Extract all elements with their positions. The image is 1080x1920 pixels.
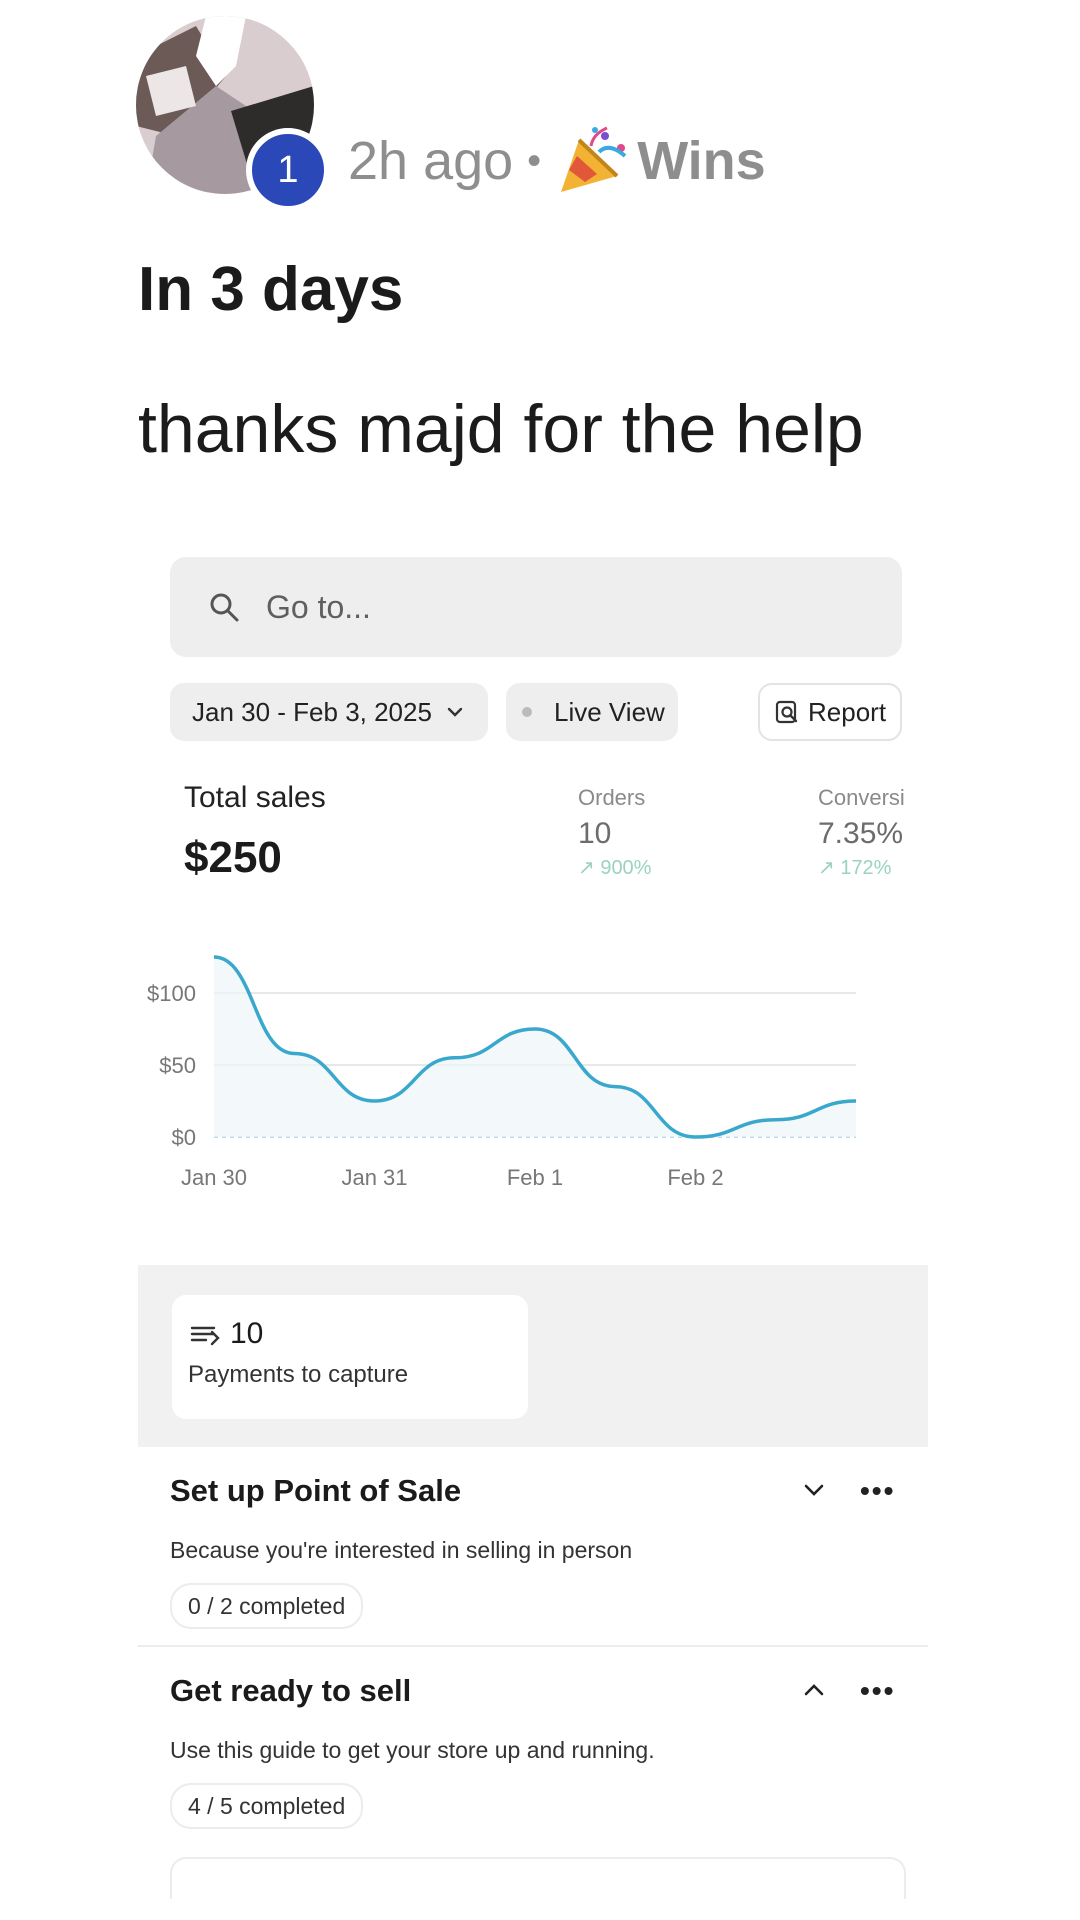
y-tick-label: $100: [147, 981, 196, 1006]
more-options-icon[interactable]: •••: [860, 1675, 895, 1707]
payment-icon: [190, 1326, 220, 1346]
date-range-label: Jan 30 - Feb 3, 2025: [192, 696, 432, 727]
x-tick-label: Jan 31: [341, 1165, 407, 1190]
payments-card[interactable]: 10 Payments to capture: [172, 1295, 528, 1419]
orders-change: ↗ 900%: [578, 857, 652, 879]
chevron-down-icon[interactable]: [802, 1481, 826, 1499]
chevron-up-icon[interactable]: [802, 1681, 826, 1699]
orders-value: 10: [578, 817, 612, 850]
series-area: [214, 957, 856, 1137]
chevron-down-icon: [447, 707, 463, 717]
conversion-label: Conversi: [818, 785, 905, 810]
search-icon: [210, 593, 239, 622]
post-meta: 2h ago • Wins: [348, 124, 766, 198]
conversion-change: ↗ 172%: [818, 857, 892, 879]
post-time: 2h ago: [348, 131, 514, 191]
meta-separator: •: [527, 138, 542, 183]
next-card-edge: [170, 1857, 906, 1899]
y-tick-label: $50: [159, 1053, 196, 1078]
total-sales-label: Total sales: [184, 781, 326, 814]
x-tick-label: Jan 30: [181, 1165, 247, 1190]
report-icon: [775, 700, 798, 724]
level-badge: 1: [246, 128, 330, 212]
task-description: Because you're interested in selling in …: [170, 1537, 633, 1563]
task-progress-badge: 4 / 5 completed: [170, 1783, 364, 1829]
task-get-ready-to-sell[interactable]: Get ready to sell Use this guide to get …: [138, 1647, 928, 1847]
orders-label: Orders: [578, 785, 646, 810]
live-indicator-icon: [522, 707, 532, 717]
post-title: In 3 days: [138, 255, 404, 324]
post-category[interactable]: Wins: [555, 126, 766, 196]
sales-line-chart: $100 $50 $0 Jan 30 Jan 31 Feb 1 Feb 2: [147, 955, 857, 1190]
more-options-icon[interactable]: •••: [860, 1475, 895, 1507]
task-point-of-sale[interactable]: Set up Point of Sale Because you're inte…: [138, 1447, 928, 1647]
task-title: Set up Point of Sale: [170, 1473, 462, 1508]
y-tick-label: $0: [172, 1125, 196, 1150]
date-range-picker[interactable]: Jan 30 - Feb 3, 2025: [170, 683, 488, 741]
payments-label: Payments to capture: [188, 1361, 409, 1388]
live-view-button[interactable]: Live View: [506, 683, 678, 741]
x-tick-label: Feb 2: [667, 1165, 723, 1190]
x-tick-label: Feb 1: [507, 1165, 563, 1190]
payments-count: 10: [230, 1317, 264, 1350]
task-title: Get ready to sell: [170, 1673, 412, 1708]
live-view-label: Live View: [554, 696, 665, 727]
party-popper-icon: [561, 126, 627, 192]
report-label: Report: [808, 696, 887, 727]
search-bar[interactable]: [170, 557, 902, 657]
report-button[interactable]: Report: [758, 683, 902, 741]
total-sales-value: $250: [184, 833, 282, 882]
search-input[interactable]: [264, 587, 868, 627]
category-label: Wins: [637, 131, 766, 191]
task-progress-badge: 0 / 2 completed: [170, 1583, 364, 1629]
task-description: Use this guide to get your store up and …: [170, 1737, 655, 1763]
post-body: thanks majd for the help: [138, 391, 864, 467]
conversion-value: 7.35%: [818, 817, 904, 850]
dashboard-screenshot: Jan 30 - Feb 3, 2025 Live View Report To…: [138, 545, 928, 1899]
